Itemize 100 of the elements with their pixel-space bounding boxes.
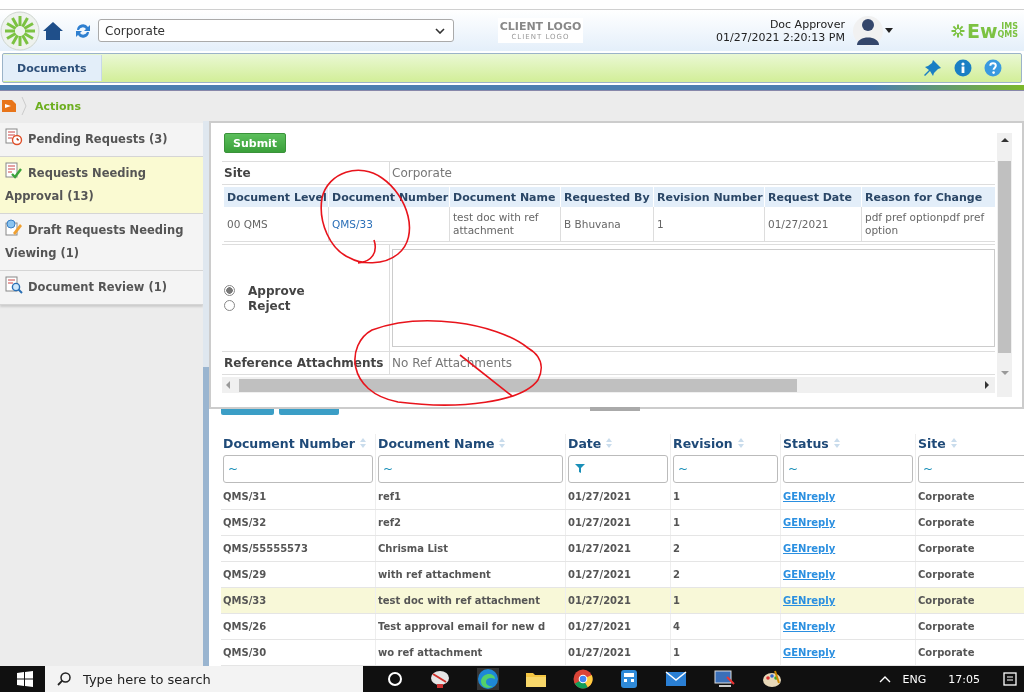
column-header[interactable]: Document Number — [223, 436, 355, 451]
pin-icon[interactable] — [924, 59, 942, 77]
filter-icon — [575, 464, 585, 473]
client-logo-text: CLIENT LOGO — [499, 19, 582, 33]
notification-icon[interactable] — [1002, 671, 1018, 687]
table-cell: Corporate — [915, 535, 1024, 562]
sidebar-item[interactable]: Pending Requests (3) — [0, 123, 203, 157]
sidebar-item[interactable]: Draft Requests Needing Viewing (1) — [0, 214, 203, 271]
table-cell: 01/27/2021 — [565, 484, 671, 510]
browser-wave-icon[interactable] — [477, 668, 499, 690]
sort-icon — [736, 437, 745, 449]
table-cell: Corporate — [915, 484, 1024, 510]
user-name: Doc Approver — [768, 17, 845, 31]
column-header[interactable]: Revision — [673, 436, 733, 451]
info-icon[interactable] — [954, 59, 972, 77]
brand-burst-icon — [950, 23, 965, 38]
scroll-down-icon — [999, 369, 1010, 377]
mail-icon[interactable] — [665, 670, 687, 688]
table-row[interactable]: QMS/30 wo ref attachment 01/27/2021 1 GENreply Corporate — [221, 639, 1024, 666]
table-cell: Corporate — [915, 587, 1024, 614]
satellite-dish-icon[interactable] — [429, 669, 451, 689]
refresh-icon[interactable] — [74, 21, 92, 40]
brand-logo-subscript: QMS — [997, 30, 1018, 39]
sidebar-item[interactable]: Document Review (1) — [0, 271, 203, 305]
table-row[interactable]: QMS/26 Test approval email for new d 01/27/2021 4 GENreply Corporate — [221, 613, 1024, 640]
table-cell: Chrisma List — [375, 535, 566, 562]
avatar-icon[interactable] — [852, 13, 883, 48]
table-cell: 2 — [670, 535, 781, 562]
sort-icon — [832, 437, 841, 449]
table-cell: wo ref attachment — [375, 639, 566, 666]
calculator-icon[interactable] — [619, 669, 639, 689]
chevron-up-icon[interactable] — [878, 675, 891, 683]
filter-field[interactable]: ~ — [918, 454, 1024, 483]
column-header: Document Name — [449, 187, 561, 207]
horizontal-scrollbar[interactable] — [222, 377, 996, 393]
column-header[interactable]: Date — [568, 436, 602, 451]
table-cell: QMS/30 — [221, 639, 376, 666]
table-row[interactable]: QMS/29 with ref attachment 01/27/2021 2 GENreply Corporate — [221, 561, 1024, 588]
table-cell: Corporate — [915, 561, 1024, 588]
table-cell: 01/27/2021 — [764, 207, 862, 242]
radio-button[interactable] — [224, 300, 235, 311]
document-link[interactable]: QMS/33 — [332, 217, 373, 230]
help-icon[interactable] — [984, 59, 1002, 77]
table-row[interactable]: QMS/31 ref1 01/27/2021 1 GENreply Corporate — [221, 484, 1024, 510]
column-header[interactable]: Status — [783, 436, 829, 451]
table-cell: Corporate — [915, 613, 1024, 640]
field-value: Corporate — [390, 162, 996, 185]
table-cell: 01/27/2021 — [565, 535, 671, 562]
sort-icon — [605, 437, 614, 449]
column-header: Requested By — [560, 187, 654, 207]
table-cell: QMS/31 — [221, 484, 376, 510]
radio-button[interactable] — [224, 285, 235, 296]
caret-icon[interactable] — [884, 28, 893, 33]
document-check-icon — [5, 162, 23, 180]
nav-tab[interactable]: Documents — [3, 55, 102, 81]
column-header[interactable]: Site — [918, 436, 946, 451]
table-cell: 01/27/2021 — [565, 639, 671, 666]
table-cell: Corporate — [915, 509, 1024, 536]
comment-field[interactable] — [392, 249, 996, 347]
table-cell: 00 QMS — [224, 207, 329, 242]
sidebar-item[interactable]: Requests Needing Approval (13) — [0, 157, 203, 214]
login-datetime: 01/27/2021 2:20:13 PM — [716, 30, 845, 44]
filter-field[interactable]: ~ — [783, 454, 913, 483]
table-cell: 01/27/2021 — [565, 613, 671, 640]
site-select[interactable]: Corporate — [98, 19, 454, 42]
table-cell: 01/27/2021 — [565, 509, 671, 536]
filter-field[interactable] — [568, 454, 668, 483]
taskbar-search-field[interactable]: Type here to search — [45, 666, 363, 692]
filter-field[interactable]: ~ — [378, 454, 563, 483]
chrome-icon[interactable] — [573, 669, 593, 689]
home-icon[interactable] — [42, 19, 64, 42]
table-cell: with ref attachment — [375, 561, 566, 588]
language-indicator[interactable]: ENG — [902, 672, 927, 686]
filter-field[interactable]: ~ — [673, 454, 778, 483]
table-row[interactable]: QMS/55555573 Chrisma List 01/27/2021 2 GENreply Corporate — [221, 535, 1024, 562]
breadcrumb-icon — [1, 98, 17, 114]
chevron-right-icon — [21, 96, 27, 116]
table-cell: 1 — [670, 484, 781, 510]
table-row[interactable]: QMS/32 ref2 01/27/2021 1 GENreply Corporate — [221, 509, 1024, 536]
scroll-right-icon — [983, 380, 992, 390]
document-magnifier-icon — [5, 276, 23, 294]
table-row[interactable]: QMS/33 test doc with ref attachment 01/27/2021 1 GENreply Corporate — [221, 587, 1024, 614]
table-cell: 01/27/2021 — [565, 587, 671, 614]
cortana-icon[interactable] — [387, 671, 403, 687]
search-icon — [57, 672, 71, 686]
filter-field[interactable]: ~ — [223, 454, 373, 483]
paint-palette-icon[interactable] — [761, 669, 783, 689]
clock-time[interactable]: 17:05 — [948, 672, 980, 686]
table-cell: Test approval email for new d — [375, 613, 566, 640]
monitor-icon[interactable] — [713, 669, 735, 689]
table-cell: 01/27/2021 — [565, 561, 671, 588]
column-header: Request Date — [764, 187, 862, 207]
vertical-scrollbar[interactable] — [997, 133, 1012, 397]
folder-icon[interactable] — [525, 670, 547, 688]
table-cell: 2 — [670, 561, 781, 588]
table-cell: ref2 — [375, 509, 566, 536]
field-label: Site — [222, 162, 390, 185]
windows-icon[interactable] — [17, 671, 33, 687]
column-header[interactable]: Document Name — [378, 436, 495, 451]
table-cell: test doc with ref attachment — [449, 207, 561, 242]
